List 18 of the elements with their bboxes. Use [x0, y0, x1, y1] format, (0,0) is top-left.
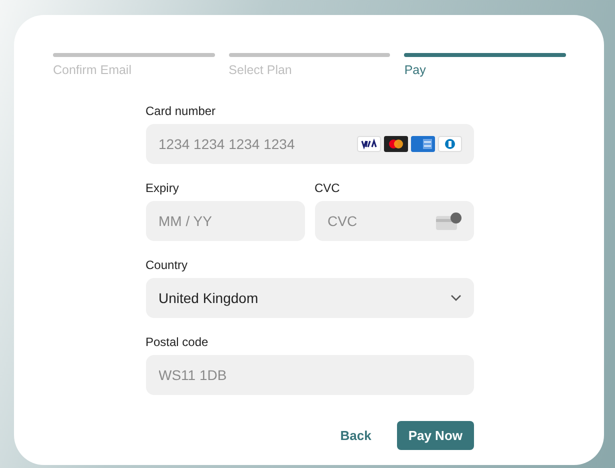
card-brand-icon: [410, 136, 434, 152]
field-label: Card number: [146, 104, 217, 118]
expiry-field[interactable]: MM / YY: [146, 201, 304, 241]
chevron-down-icon: [450, 294, 462, 302]
cvc-field[interactable]: CVC: [314, 201, 474, 241]
card-back-icon: [436, 212, 462, 230]
field-label: Country: [146, 258, 189, 272]
postal-code-field[interactable]: WS11 1DB: [146, 355, 474, 395]
step-tab[interactable]: Pay: [404, 53, 566, 77]
card-brand-icon: [438, 136, 462, 152]
field-label: CVC: [314, 181, 341, 195]
card-brand-icon: [356, 136, 380, 152]
field-label: Postal code: [146, 335, 210, 349]
country-select[interactable]: United Kingdom: [146, 278, 474, 318]
back-button[interactable]: Back: [340, 428, 372, 443]
field-label: Expiry: [146, 181, 180, 195]
card-brand-icon: [384, 136, 408, 152]
pay-now-button[interactable]: Pay Now: [397, 421, 474, 450]
